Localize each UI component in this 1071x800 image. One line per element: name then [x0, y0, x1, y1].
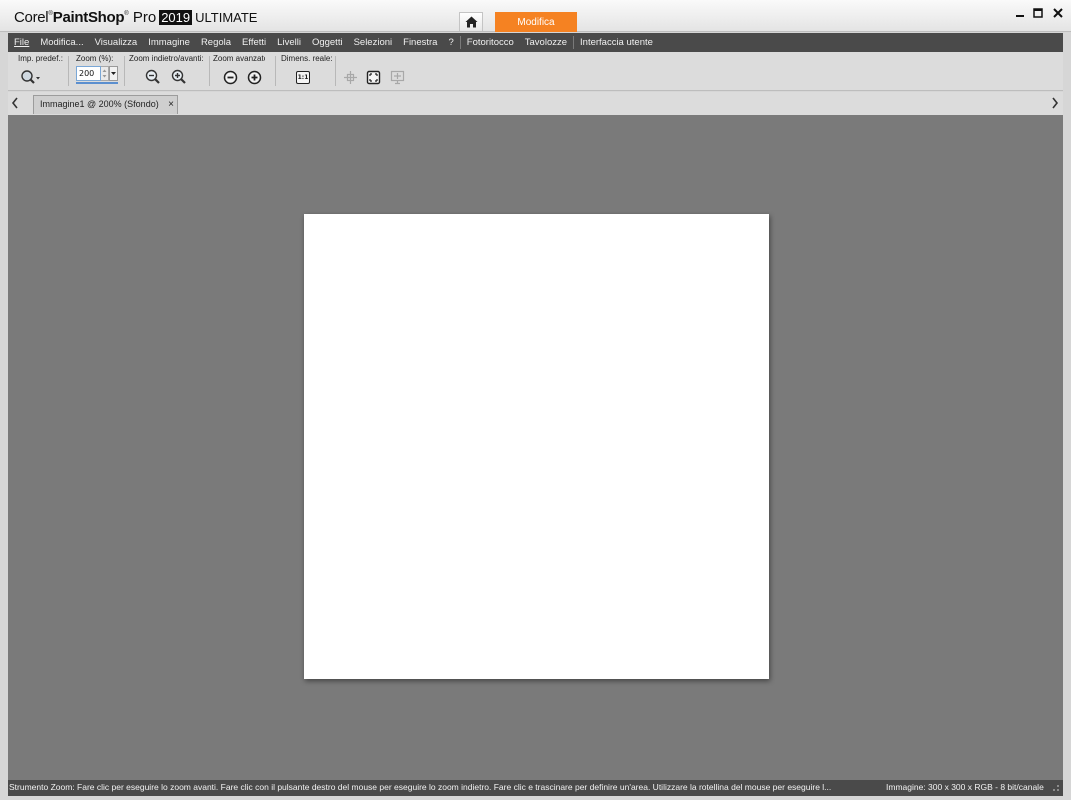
toolbar-separator	[124, 56, 125, 86]
toolbar-separator	[68, 56, 69, 86]
toolbar-separator	[209, 56, 210, 86]
registered-mark: ®	[48, 10, 53, 17]
status-message: Strumento Zoom: Fare clic per eseguire l…	[9, 782, 832, 792]
brand-year: 2019	[159, 10, 193, 25]
close-icon	[1053, 8, 1063, 18]
window-frame-left	[0, 32, 8, 800]
toolbar-separator	[275, 56, 276, 86]
minimize-button[interactable]	[1013, 6, 1027, 20]
menu-separator	[459, 36, 461, 49]
menu-finestra[interactable]: Finestra	[403, 37, 437, 48]
scroll-tabs-right-button[interactable]	[1050, 96, 1060, 110]
brand-corel: Corel	[14, 9, 49, 26]
menu-file[interactable]: File	[14, 37, 29, 48]
zoom-in-icon	[171, 69, 186, 84]
actual-size-icon-text: 1:1	[297, 73, 309, 81]
menu-modifica[interactable]: Modifica...	[40, 37, 83, 48]
zoom-percent-control: 200	[76, 66, 118, 84]
image-canvas[interactable]	[304, 214, 769, 679]
menu-regola[interactable]: Regola	[201, 37, 231, 48]
actual-size-group: Dimens. reale:	[281, 54, 333, 63]
maximize-icon	[1033, 8, 1043, 18]
brand-pro: Pro	[132, 9, 157, 26]
menu-effetti[interactable]: Effetti	[242, 37, 266, 48]
zoom-in-button[interactable]	[170, 68, 188, 86]
zoom-out-button[interactable]	[144, 68, 162, 86]
spinner-arrows-icon	[102, 69, 107, 78]
home-icon	[465, 16, 477, 28]
menu-selezioni[interactable]: Selezioni	[354, 37, 393, 48]
pan-to-center-button[interactable]	[342, 69, 358, 85]
actual-size-label: Dimens. reale:	[281, 54, 333, 63]
workspace-area[interactable]	[8, 115, 1063, 780]
menu-bar: File Modifica... Visualizza Immagine Reg…	[8, 33, 1063, 52]
menu-oggetti[interactable]: Oggetti	[312, 37, 343, 48]
chevron-down-icon	[111, 72, 116, 75]
maximize-button[interactable]	[1031, 6, 1045, 20]
zoom-inout-label: Zoom indietro/avanti:	[129, 54, 204, 63]
chevron-left-icon	[11, 97, 18, 109]
menu-immagine[interactable]: Immagine	[148, 37, 190, 48]
chevron-right-icon	[1052, 97, 1059, 109]
close-document-button[interactable]: ×	[168, 99, 174, 110]
document-tab-label: Immagine1 @ 200% (Sfondo)	[40, 99, 159, 109]
move-cross-icon	[343, 70, 357, 84]
plus-circle-icon	[247, 70, 261, 84]
scroll-tabs-left-button[interactable]	[10, 96, 20, 110]
toolbar-separator	[335, 56, 336, 86]
monitor-icon	[390, 70, 404, 84]
window-frame-bottom	[0, 796, 1071, 800]
zoom-percent-input[interactable]: 200	[76, 66, 101, 81]
zoom-advanced-label: Zoom avanzato:	[213, 54, 265, 63]
menu-interfaccia-utente[interactable]: Interfaccia utente	[580, 37, 653, 48]
zoom-advanced-group: Zoom avanzato:	[213, 54, 265, 63]
zoom-percent-group: Zoom (%):	[76, 54, 113, 63]
app-logo: Corel ® PaintShop ® Pro 2019 ULTIMATE	[14, 9, 257, 26]
menu-help[interactable]: ?	[448, 37, 453, 48]
fit-to-window-icon	[366, 70, 380, 84]
minus-circle-icon	[223, 70, 237, 84]
zoom-out-icon	[145, 69, 160, 84]
title-bar: Corel ® PaintShop ® Pro 2019 ULTIMATE Modif…	[0, 0, 1071, 32]
minimize-icon	[1016, 15, 1024, 17]
presets-dropdown[interactable]	[20, 68, 42, 86]
window-frame-right	[1063, 32, 1071, 800]
zoom-inout-group: Zoom indietro/avanti:	[129, 54, 205, 63]
registered-mark: ®	[124, 10, 129, 17]
menu-fotoritocco[interactable]: Fotoritocco	[467, 37, 514, 48]
menu-tavolozze[interactable]: Tavolozze	[525, 37, 567, 48]
presets-label: Imp. predef.:	[18, 54, 63, 63]
brand-paintshop: PaintShop	[52, 9, 125, 26]
menu-livelli[interactable]: Livelli	[277, 37, 301, 48]
tab-modifica[interactable]: Modifica	[495, 12, 577, 32]
close-window-button[interactable]	[1051, 6, 1065, 20]
document-tab[interactable]: Immagine1 @ 200% (Sfondo) ×	[33, 95, 178, 114]
presets-group: Imp. predef.:	[18, 54, 63, 63]
menu-separator	[573, 36, 575, 49]
tool-options-palette: Imp. predef.: Zoom (%): 200 Zoom indietr…	[8, 52, 1063, 91]
zoom-percent-spinner[interactable]	[101, 66, 109, 81]
fit-screen-button[interactable]	[389, 69, 405, 85]
zoom-advanced-out-button[interactable]	[222, 69, 238, 85]
home-tab-button[interactable]	[459, 12, 483, 31]
document-tab-bar: Immagine1 @ 200% (Sfondo) ×	[8, 92, 1063, 115]
brand-edition: ULTIMATE	[195, 10, 258, 25]
zoom-advanced-in-button[interactable]	[246, 69, 262, 85]
menu-visualizza[interactable]: Visualizza	[95, 37, 138, 48]
zoom-percent-slider-track[interactable]	[76, 82, 118, 84]
zoom-percent-dropdown[interactable]	[109, 66, 118, 81]
fit-window-button[interactable]	[365, 69, 381, 85]
actual-size-icon: 1:1	[296, 70, 310, 84]
actual-size-button[interactable]: 1:1	[295, 69, 311, 85]
image-info: Immagine: 300 x 300 x RGB - 8 bit/canale	[886, 782, 1044, 792]
zoom-percent-label: Zoom (%):	[76, 54, 114, 63]
status-bar: Strumento Zoom: Fare clic per eseguire l…	[8, 780, 1063, 796]
resize-grip-icon[interactable]	[1052, 784, 1060, 792]
zoom-preset-icon	[21, 70, 40, 84]
